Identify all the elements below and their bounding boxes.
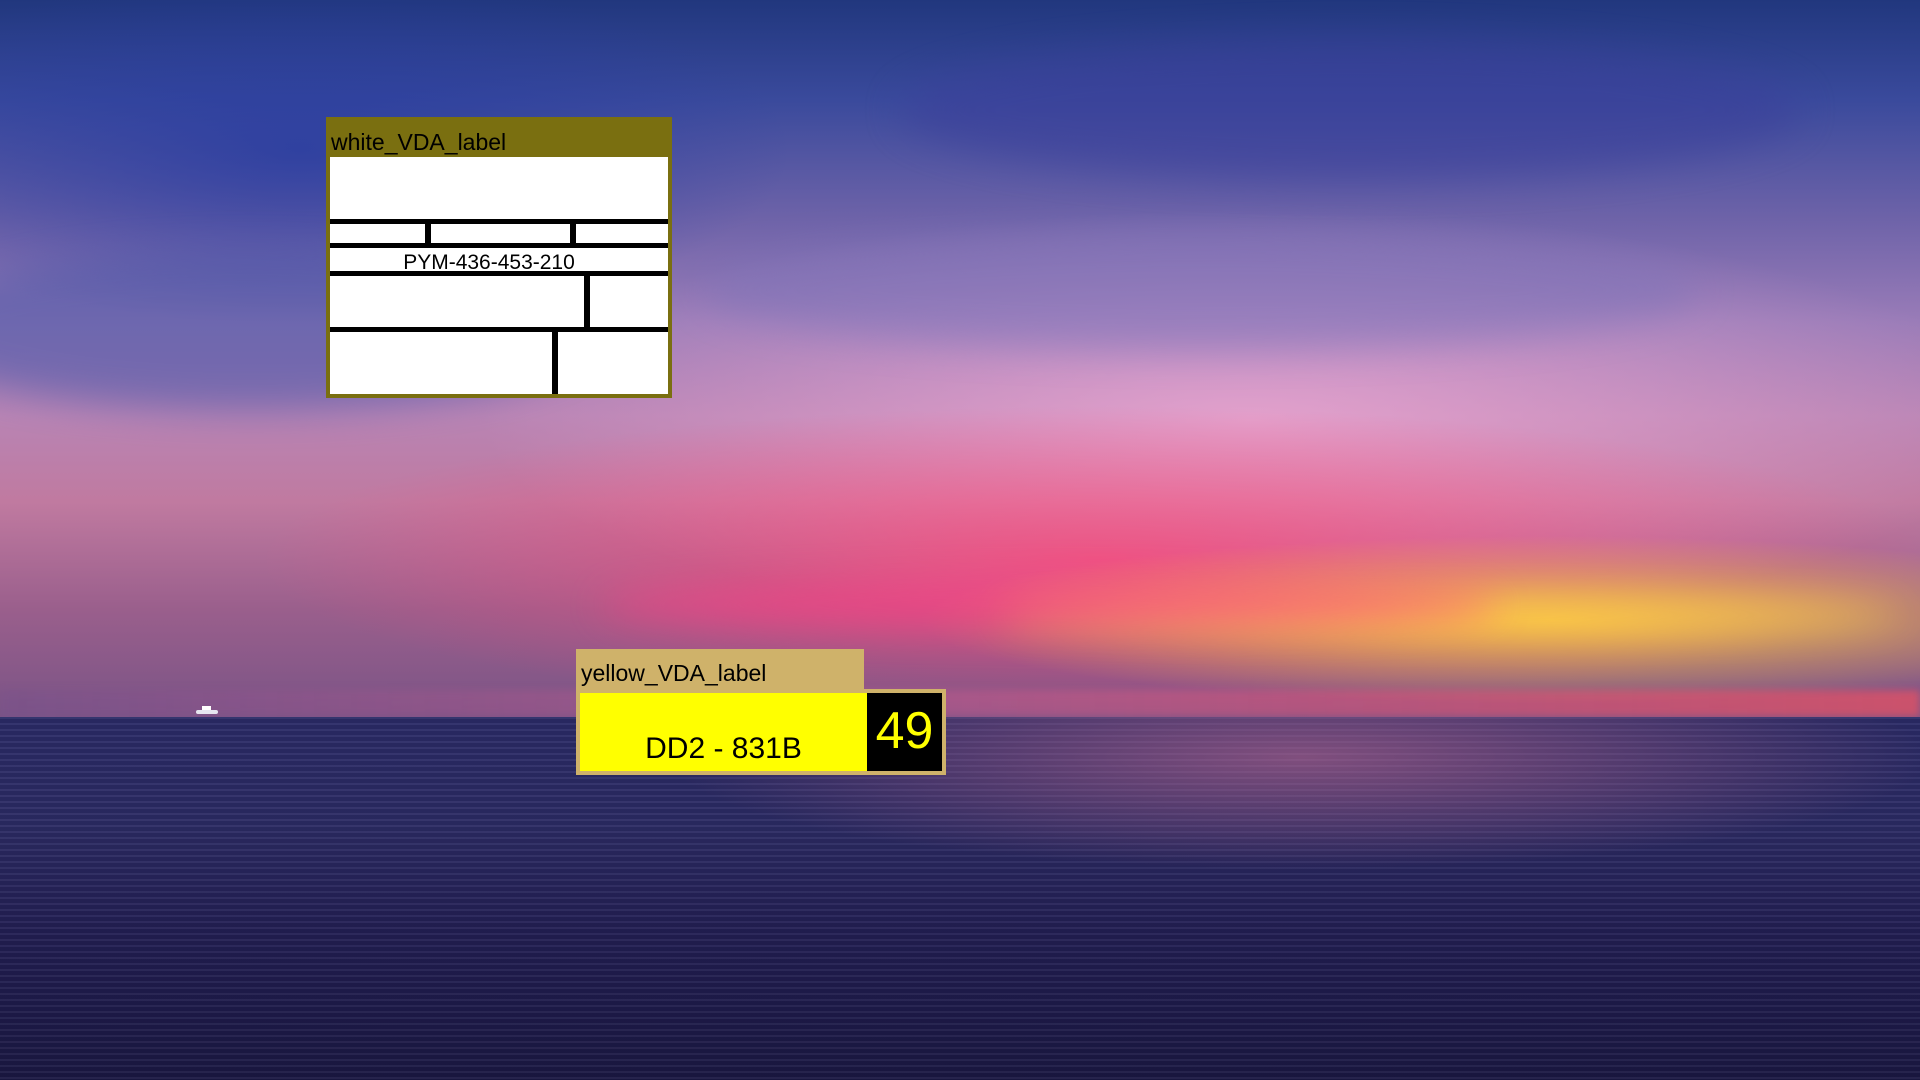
cloud-band — [700, 230, 1700, 350]
yellow-label-body: DD2 - 831B 49 — [576, 689, 946, 775]
divider — [330, 243, 668, 248]
divider — [584, 271, 590, 330]
divider — [570, 219, 576, 245]
pink-streak — [600, 580, 1500, 630]
divider — [330, 219, 668, 224]
yellow-label-number: 49 — [867, 693, 942, 771]
yellow-label-title: yellow_VDA_label — [576, 649, 864, 689]
white-label-body: PYM-436-453-210 — [326, 157, 672, 398]
divider — [425, 219, 431, 245]
white-label-title: white_VDA_label — [326, 117, 672, 157]
yellow-label-plate: DD2 - 831B — [645, 732, 802, 765]
yellow-vda-label[interactable]: yellow_VDA_label DD2 - 831B 49 — [576, 649, 946, 775]
divider — [552, 327, 558, 394]
cloud-band — [900, 40, 1800, 180]
background-scene: white_VDA_label PYM-436-453-210 yellow_V… — [0, 0, 1920, 1080]
sea — [0, 717, 1920, 1080]
horizon-glow — [0, 690, 1920, 717]
white-vda-label[interactable]: white_VDA_label PYM-436-453-210 — [326, 117, 672, 398]
divider — [330, 271, 668, 276]
boat — [196, 706, 218, 714]
divider — [330, 327, 668, 332]
